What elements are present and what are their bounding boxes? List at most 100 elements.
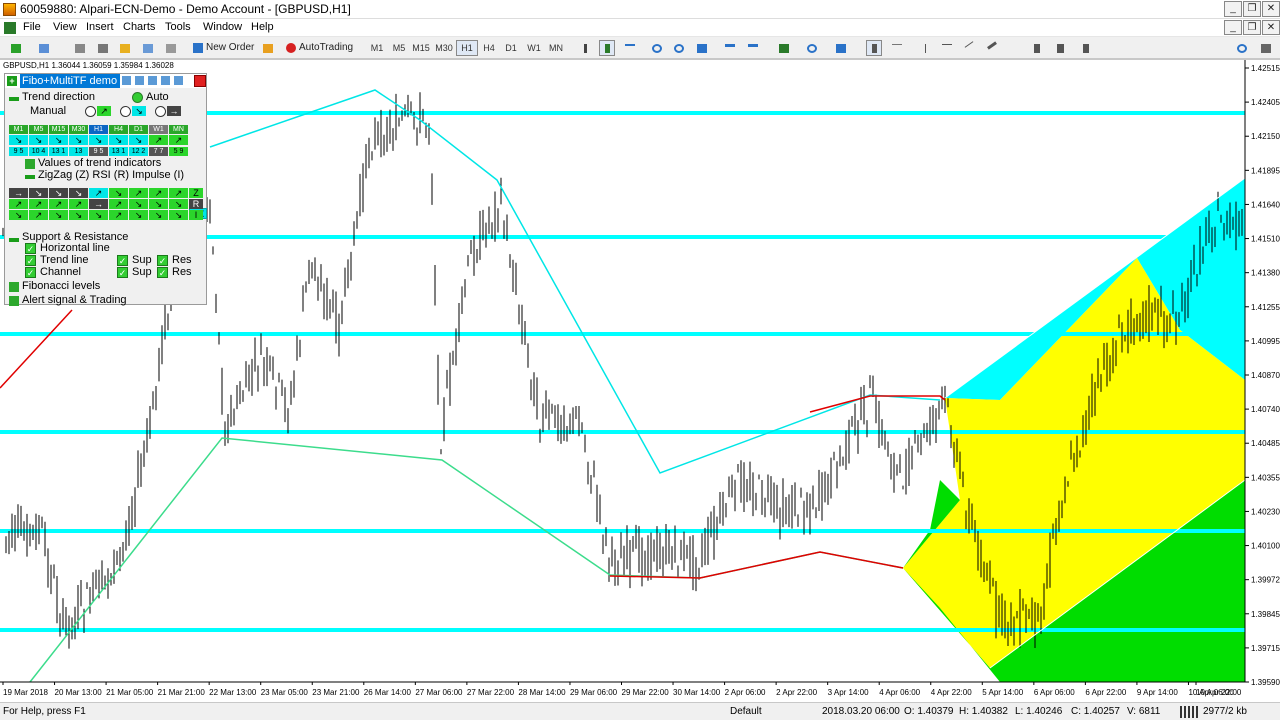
channel-res-checkbox[interactable]: ✓	[157, 267, 168, 278]
community-icon[interactable]	[1258, 40, 1274, 56]
close-button[interactable]: ✕	[1262, 1, 1280, 17]
line-chart-icon[interactable]	[622, 40, 638, 56]
minimize-button[interactable]: _	[1224, 1, 1242, 17]
child-close-button[interactable]: ✕	[1262, 20, 1280, 35]
panel-tf-mn[interactable]: MN	[169, 125, 188, 134]
trend-line-checkbox[interactable]: ✓	[25, 255, 36, 266]
cursor-icon[interactable]	[866, 40, 882, 56]
crosshair-icon[interactable]	[889, 40, 905, 56]
manual-radio-flat[interactable]	[155, 106, 166, 117]
panel-left-icon[interactable]	[173, 75, 184, 86]
menu-file[interactable]: File	[23, 21, 41, 33]
autotrading-button[interactable]: AutoTrading	[282, 40, 356, 56]
search-icon[interactable]	[1234, 40, 1250, 56]
templates-icon[interactable]	[830, 40, 852, 56]
manual-up-arrow-icon[interactable]: ↗	[97, 106, 111, 116]
menu-charts[interactable]: Charts	[123, 21, 155, 33]
indicators-collapse-icon[interactable]	[25, 175, 35, 179]
tf-m1[interactable]: M1	[366, 40, 388, 56]
panel-right-icon[interactable]	[147, 75, 158, 86]
tf-d1[interactable]: D1	[500, 40, 522, 56]
tf-m5[interactable]: M5	[388, 40, 410, 56]
tf-m15[interactable]: M15	[410, 40, 432, 56]
menu-insert[interactable]: Insert	[86, 21, 114, 33]
alert-label[interactable]: Alert signal & Trading	[22, 294, 127, 306]
channel-sup-checkbox[interactable]: ✓	[117, 267, 128, 278]
trend-sup-checkbox[interactable]: ✓	[117, 255, 128, 266]
panel-plus-icon[interactable]: +	[7, 76, 17, 86]
panel-up-icon[interactable]	[160, 75, 171, 86]
channel-icon[interactable]	[984, 40, 1000, 56]
tf-mn[interactable]: MN	[545, 40, 567, 56]
panel-down-icon[interactable]	[134, 75, 145, 86]
alert-expand-icon[interactable]	[9, 296, 19, 306]
panel-tf-m5[interactable]: M5	[29, 125, 48, 134]
time-tick-label: 28 Mar 14:00	[518, 688, 566, 697]
panel-maximize-icon[interactable]	[121, 75, 132, 86]
trendline-icon[interactable]	[961, 40, 977, 56]
panel-close-icon[interactable]	[194, 75, 206, 87]
panel-tf-d1[interactable]: D1	[129, 125, 148, 134]
price-tick-label: 1.41640	[1251, 200, 1280, 209]
panel-tf-m15[interactable]: M15	[49, 125, 68, 134]
auto-radio[interactable]	[132, 92, 143, 103]
metaeditor-icon[interactable]	[260, 40, 276, 56]
manual-radio-down[interactable]	[120, 106, 131, 117]
periods-icon[interactable]	[801, 40, 823, 56]
values-expand-icon[interactable]	[25, 159, 35, 169]
sr-collapse-icon[interactable]	[9, 238, 19, 242]
panel-tf-m1[interactable]: M1	[9, 125, 28, 134]
candlesticks-icon[interactable]	[599, 40, 615, 56]
manual-down-arrow-icon[interactable]: ↘	[132, 106, 146, 116]
chart-window-icon[interactable]	[4, 22, 16, 34]
tf-w1[interactable]: W1	[523, 40, 545, 56]
chart-shift-icon[interactable]	[745, 40, 761, 56]
terminal-icon[interactable]	[140, 40, 156, 56]
horizontal-line-icon[interactable]	[939, 40, 955, 56]
panel-tf-h4[interactable]: H4	[109, 125, 128, 134]
panel-tf-m30[interactable]: M30	[69, 125, 88, 134]
menu-help[interactable]: Help	[251, 21, 274, 33]
restore-button[interactable]: ❐	[1243, 1, 1261, 17]
zoom-out-icon[interactable]	[671, 40, 687, 56]
tf-h1[interactable]: H1	[456, 40, 478, 56]
fibonacci-label[interactable]: Fibonacci levels	[22, 280, 100, 292]
trend-res-checkbox[interactable]: ✓	[157, 255, 168, 266]
bar-chart-icon[interactable]	[577, 40, 593, 56]
navigator-icon[interactable]	[117, 40, 133, 56]
text-icon[interactable]	[1029, 40, 1045, 56]
horizontal-line-checkbox[interactable]: ✓	[25, 243, 36, 254]
channel-checkbox[interactable]: ✓	[25, 267, 36, 278]
time-tick-label: 30 Mar 14:00	[673, 688, 721, 697]
fibonacci-expand-icon[interactable]	[9, 282, 19, 292]
menu-window[interactable]: Window	[203, 21, 242, 33]
child-restore-button[interactable]: ❐	[1243, 20, 1261, 35]
strategy-tester-icon[interactable]	[163, 40, 179, 56]
manual-radio-up[interactable]	[85, 106, 96, 117]
status-high: H: 1.40382	[959, 706, 1008, 717]
indicators-icon[interactable]	[773, 40, 795, 56]
profiles-icon[interactable]	[36, 40, 52, 56]
symbol-info: GBPUSD,H1 1.36044 1.36059 1.35984 1.3602…	[3, 61, 174, 70]
data-window-icon[interactable]	[95, 40, 111, 56]
market-watch-icon[interactable]	[72, 40, 88, 56]
new-order-button[interactable]: New Order	[189, 40, 257, 56]
indicator-trend-arrow-icon: ↗	[29, 199, 48, 209]
new-order-icon	[193, 43, 203, 53]
tf-h4[interactable]: H4	[478, 40, 500, 56]
tf-m30[interactable]: M30	[433, 40, 455, 56]
manual-flat-arrow-icon[interactable]: →	[167, 106, 181, 116]
new-chart-icon[interactable]	[8, 40, 24, 56]
zoom-in-icon[interactable]	[649, 40, 665, 56]
vertical-line-icon[interactable]	[917, 40, 933, 56]
menu-tools[interactable]: Tools	[165, 21, 191, 33]
trend-collapse-icon[interactable]	[9, 97, 19, 101]
text-label-icon[interactable]	[1052, 40, 1068, 56]
menu-view[interactable]: View	[53, 21, 77, 33]
child-minimize-button[interactable]: _	[1224, 20, 1242, 35]
panel-tf-h1[interactable]: H1	[89, 125, 108, 134]
tile-windows-icon[interactable]	[694, 40, 710, 56]
autoscroll-icon[interactable]	[722, 40, 738, 56]
panel-tf-w1[interactable]: W1	[149, 125, 168, 134]
arrows-icon[interactable]	[1075, 40, 1097, 56]
